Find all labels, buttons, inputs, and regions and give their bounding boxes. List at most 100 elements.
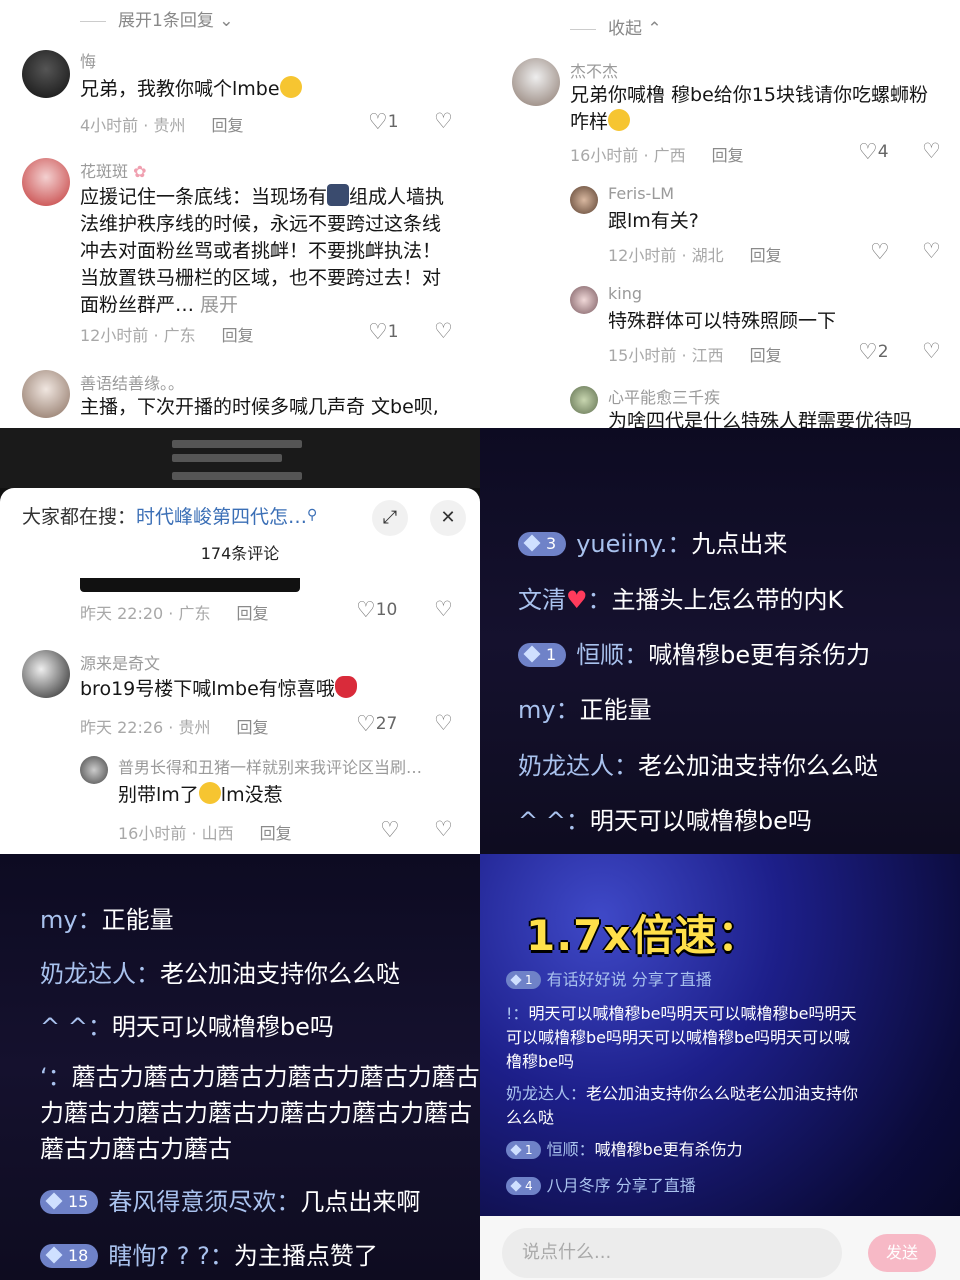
avatar[interactable] — [570, 286, 598, 314]
like-button[interactable]: ♡4 — [858, 140, 889, 165]
chat-text: 老公加油支持你么么哒 — [638, 752, 878, 780]
chat-username[interactable]: 奶龙达人 — [40, 960, 136, 988]
like-button[interactable]: ♡2 — [858, 340, 889, 365]
expand-icon[interactable]: ⤢ — [372, 500, 408, 536]
comment-text: 主播，下次开播的时候多喊几声奇 文be呗, — [80, 396, 439, 418]
chat-username[interactable]: ^ ^ — [40, 1013, 88, 1041]
speed-title: 1.7x倍速： — [526, 911, 761, 960]
chat-message: 奶龙达人：老公加油支持你么么哒 — [40, 960, 400, 988]
divider — [80, 20, 106, 22]
chat-text: 明天可以喊橹穆be吗明天可以喊橹穆be吗明天可以喊橹穆be吗明天可以喊橹穆be吗… — [506, 1004, 857, 1071]
chat-username[interactable]: my — [518, 696, 556, 724]
like-button[interactable]: ♡1 — [368, 110, 399, 135]
flower-icon: ✿ — [133, 162, 147, 181]
avatar[interactable] — [22, 370, 70, 418]
reply-button[interactable]: 回复 — [750, 346, 782, 365]
dislike-icon[interactable]: ♡ — [922, 139, 941, 163]
chat-message: 1 恒顺：喊橹穆be更有杀伤力 — [518, 635, 870, 670]
chat-username[interactable]: 八月冬序 — [547, 1176, 611, 1195]
chat-text: 明天可以喊橹穆be吗 — [111, 1013, 334, 1041]
avatar[interactable] — [570, 186, 598, 214]
diamond-icon — [523, 645, 541, 663]
avatar[interactable] — [22, 650, 70, 698]
chat-username[interactable]: 春风得意须尽欢 — [108, 1188, 276, 1216]
chat-message: 18 瞎恂? ? ?：为主播点赞了 — [40, 1236, 378, 1271]
send-button[interactable]: 发送 — [868, 1234, 936, 1272]
comments-panel-top-right: 收起 ⌃ 杰不杰 兄弟你喊橹 穆be给你15块钱请你吃螺蛳粉咋样 16小时前 ·… — [480, 0, 960, 428]
comment-username[interactable]: 心平能愈三千疾 — [608, 384, 720, 408]
comment-username[interactable]: 花斑斑 ✿ — [80, 158, 147, 182]
comment-text: 兄弟你喊橹 穆be给你15块钱请你吃螺蛳粉咋样 — [570, 84, 928, 133]
reply-button[interactable]: 回复 — [236, 718, 268, 737]
comment-username[interactable]: 源来是奇文 — [80, 650, 160, 674]
reply-button[interactable]: 回复 — [712, 146, 744, 165]
chat-username[interactable]: 恒顺 — [547, 1140, 579, 1159]
reply-button[interactable]: 回复 — [236, 604, 268, 623]
comment-username[interactable]: 普男长得和丑猪一样就别来我评论区当刷… — [118, 754, 422, 778]
like-button[interactable]: ♡10 — [356, 598, 397, 623]
chat-message: 奶龙达人：老公加油支持你么么哒老公加油支持你么么哒 — [506, 1084, 859, 1127]
chat-username[interactable]: 文清 — [518, 586, 566, 614]
chat-username[interactable]: 恒顺 — [576, 641, 624, 669]
comment-username[interactable]: 悔 — [80, 48, 96, 72]
search-term-link[interactable]: 时代峰峻第四代怎… — [136, 506, 307, 528]
reply-button[interactable]: 回复 — [260, 824, 292, 843]
dislike-icon[interactable]: ♡ — [922, 339, 941, 363]
comment-meta: 昨天 22:20 · 广东 回复 — [80, 604, 269, 623]
chat-username[interactable]: ‘ — [40, 1063, 48, 1091]
comment-meta: 16小时前 · 山西 回复 — [118, 824, 292, 843]
laugh-emoji-icon — [279, 76, 302, 98]
comment-text: bro19号楼下喊lmbe有惊喜哦 — [80, 676, 357, 703]
comment-username[interactable]: 善语结善缘。。 — [80, 370, 184, 394]
chat-message: 4 八月冬序 分享了直播 — [506, 1174, 860, 1198]
chat-username[interactable]: my — [40, 906, 78, 934]
comment-meta: 15小时前 · 江西 回复 — [608, 346, 782, 365]
like-button[interactable]: ♡1 — [368, 320, 399, 345]
reply-button[interactable]: 回复 — [222, 326, 254, 345]
like-button[interactable]: ♡ — [380, 818, 400, 843]
avatar[interactable] — [80, 756, 108, 784]
avatar[interactable] — [22, 158, 70, 206]
comment-username[interactable]: Feris-LM — [608, 184, 674, 203]
expand-label: 展开1条回复 — [118, 11, 214, 31]
dislike-icon[interactable]: ♡ — [434, 711, 453, 735]
chat-input[interactable]: 说点什么... — [502, 1228, 842, 1278]
dislike-icon[interactable]: ♡ — [922, 239, 941, 263]
dislike-icon[interactable]: ♡ — [434, 817, 453, 841]
avatar[interactable] — [512, 58, 560, 106]
comment-username[interactable]: 杰不杰 — [570, 58, 618, 82]
expand-text-button[interactable]: 展开 — [200, 294, 238, 316]
chat-username[interactable]: 瞎恂? ? ? — [108, 1242, 209, 1270]
comment-text: 特殊群体可以特殊照顾一下 — [608, 310, 837, 332]
chat-text: 分享了直播 — [631, 970, 712, 989]
chat-username[interactable]: yueiiny. — [576, 530, 667, 558]
reply-button[interactable]: 回复 — [750, 246, 782, 265]
comment-meta: 4小时前 · 贵州 回复 — [80, 116, 244, 135]
chat-username[interactable]: 奶龙达人 — [518, 752, 614, 780]
dislike-icon[interactable]: ♡ — [434, 597, 453, 621]
heart-icon: ♡ — [356, 712, 376, 737]
chevron-down-icon: ⌄ — [219, 11, 234, 31]
chat-username[interactable]: 有话好好说 — [547, 970, 627, 989]
fan-badge: 3 — [518, 532, 567, 556]
like-button[interactable]: ♡27 — [356, 712, 397, 737]
avatar[interactable] — [570, 386, 598, 414]
dislike-icon[interactable]: ♡ — [434, 319, 453, 343]
like-button[interactable]: ♡ — [870, 240, 890, 265]
dislike-icon[interactable]: ♡ — [434, 109, 453, 133]
chat-text: 喊橹穆be更有杀伤力 — [648, 641, 871, 669]
chat-text: 蘑古力蘑古力蘑古力蘑古力蘑古力蘑古 — [71, 1063, 480, 1091]
search-suggestion[interactable]: 大家都在搜：时代峰峻第四代怎…⚲ — [22, 502, 317, 529]
heart-icon: ♡ — [870, 240, 890, 265]
search-icon: ⚲ — [307, 507, 318, 523]
chat-message: 15 春风得意须尽欢：几点出来啊 — [40, 1182, 420, 1217]
diamond-icon — [510, 1144, 522, 1156]
collapse-replies-button[interactable]: 收起 ⌃ — [570, 14, 662, 39]
expand-replies-button[interactable]: 展开1条回复 ⌄ — [80, 6, 233, 31]
chat-username[interactable]: ^ ^ — [518, 807, 566, 835]
avatar[interactable] — [22, 50, 70, 98]
reply-button[interactable]: 回复 — [211, 116, 243, 135]
comment-username[interactable]: king — [608, 284, 642, 303]
chat-username[interactable]: 奶龙达人 — [506, 1084, 570, 1103]
close-icon[interactable]: ✕ — [430, 500, 466, 536]
